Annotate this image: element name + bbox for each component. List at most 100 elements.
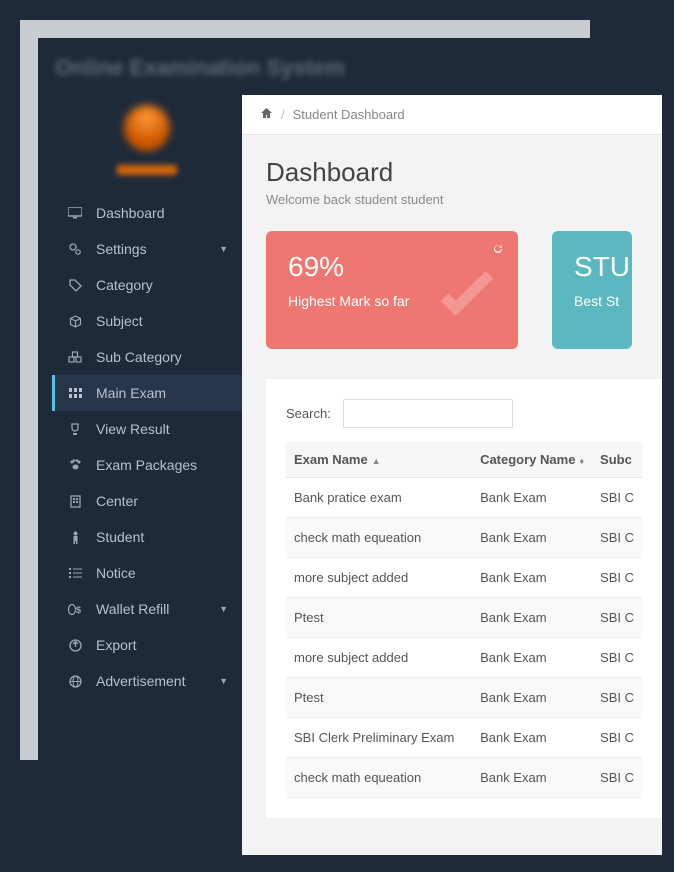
nav-list: Dashboard Settings ▼ Category Subject xyxy=(52,195,242,699)
globe-icon xyxy=(66,675,84,688)
check-icon xyxy=(422,256,512,349)
sidebar-item-subject[interactable]: Subject xyxy=(52,303,242,339)
sidebar-item-wallet-refill[interactable]: $ Wallet Refill ▼ xyxy=(52,591,242,627)
page-subtitle: Welcome back student student xyxy=(266,192,638,207)
cell-category: Bank Exam xyxy=(472,558,592,598)
tag-icon xyxy=(66,279,84,292)
avatar-name xyxy=(117,165,177,175)
breadcrumb-current: Student Dashboard xyxy=(293,107,405,122)
sidebar-item-label: Wallet Refill xyxy=(96,601,215,617)
exam-table: Exam Name▲ Category Name♦ Subc Bank prat… xyxy=(286,442,642,798)
cubes-icon xyxy=(66,351,84,363)
chevron-down-icon: ▼ xyxy=(219,244,228,254)
dollar-icon: $ xyxy=(66,604,84,615)
table-row[interactable]: SBI Clerk Preliminary ExamBank ExamSBI C xyxy=(286,718,642,758)
stat-value: STU xyxy=(574,251,610,283)
sidebar-item-dashboard[interactable]: Dashboard xyxy=(52,195,242,231)
column-exam-name[interactable]: Exam Name▲ xyxy=(286,442,472,478)
column-subcategory[interactable]: Subc xyxy=(592,442,642,478)
table-row[interactable]: PtestBank ExamSBI C xyxy=(286,598,642,638)
table-row[interactable]: more subject addedBank ExamSBI C xyxy=(286,638,642,678)
cell-exam: more subject added xyxy=(286,558,472,598)
trophy-icon xyxy=(66,423,84,436)
sidebar-item-sub-category[interactable]: Sub Category xyxy=(52,339,242,375)
sidebar-item-label: Sub Category xyxy=(96,349,228,365)
cell-sub: SBI C xyxy=(592,598,642,638)
table-row[interactable]: PtestBank ExamSBI C xyxy=(286,678,642,718)
sidebar-item-main-exam[interactable]: Main Exam xyxy=(52,375,242,411)
sidebar-item-view-result[interactable]: View Result xyxy=(52,411,242,447)
search-input[interactable] xyxy=(343,399,513,428)
sidebar-item-exam-packages[interactable]: Exam Packages xyxy=(52,447,242,483)
dashboard-header: Dashboard Welcome back student student xyxy=(242,135,662,217)
cube-icon xyxy=(66,315,84,328)
cell-exam: SBI Clerk Preliminary Exam xyxy=(286,718,472,758)
export-icon xyxy=(66,639,84,652)
cell-sub: SBI C xyxy=(592,718,642,758)
table-row[interactable]: check math equeationBank ExamSBI C xyxy=(286,758,642,798)
cell-category: Bank Exam xyxy=(472,638,592,678)
sidebar-item-center[interactable]: Center xyxy=(52,483,242,519)
list-icon xyxy=(66,568,84,579)
cell-exam: check math equeation xyxy=(286,758,472,798)
cell-category: Bank Exam xyxy=(472,718,592,758)
stat-cards: 69% Highest Mark so far STU Best St xyxy=(242,217,662,369)
cell-exam: check math equeation xyxy=(286,518,472,558)
sidebar-item-export[interactable]: Export xyxy=(52,627,242,663)
sidebar-item-label: Exam Packages xyxy=(96,457,228,473)
gears-icon xyxy=(66,242,84,256)
chevron-down-icon: ▼ xyxy=(219,604,228,614)
sidebar-item-label: Center xyxy=(96,493,228,509)
sidebar-item-student[interactable]: Student xyxy=(52,519,242,555)
cell-category: Bank Exam xyxy=(472,598,592,638)
sidebar-item-label: Student xyxy=(96,529,228,545)
chevron-down-icon: ▼ xyxy=(219,676,228,686)
sort-icon: ♦ xyxy=(579,456,584,466)
desktop-icon xyxy=(66,207,84,219)
svg-text:$: $ xyxy=(76,605,81,615)
exam-table-panel: Search: Exam Name▲ Category Name♦ Subc B… xyxy=(266,379,662,818)
sidebar-item-label: Main Exam xyxy=(96,385,228,401)
avatar xyxy=(124,105,170,151)
breadcrumb-separator: / xyxy=(281,107,285,122)
sidebar-item-label: Advertisement xyxy=(96,673,215,689)
cell-sub: SBI C xyxy=(592,478,642,518)
search-row: Search: xyxy=(286,399,642,428)
app-title: Online Examination System xyxy=(55,55,345,81)
home-icon[interactable] xyxy=(260,107,273,122)
sidebar: Dashboard Settings ▼ Category Subject xyxy=(52,95,242,699)
sidebar-item-settings[interactable]: Settings ▼ xyxy=(52,231,242,267)
column-category-name[interactable]: Category Name♦ xyxy=(472,442,592,478)
sidebar-item-label: Export xyxy=(96,637,228,653)
sort-icon: ▲ xyxy=(372,456,381,466)
person-icon xyxy=(66,531,84,544)
grid-icon xyxy=(66,388,84,398)
paw-icon xyxy=(66,459,84,471)
sidebar-item-label: View Result xyxy=(96,421,228,437)
cell-exam: Ptest xyxy=(286,678,472,718)
breadcrumb: / Student Dashboard xyxy=(242,95,662,135)
cell-category: Bank Exam xyxy=(472,518,592,558)
sidebar-item-label: Notice xyxy=(96,565,228,581)
sidebar-item-label: Settings xyxy=(96,241,215,257)
sidebar-item-category[interactable]: Category xyxy=(52,267,242,303)
table-row[interactable]: more subject addedBank ExamSBI C xyxy=(286,558,642,598)
sidebar-item-label: Dashboard xyxy=(96,205,228,221)
best-student-card[interactable]: STU Best St xyxy=(552,231,632,349)
cell-exam: Bank pratice exam xyxy=(286,478,472,518)
sidebar-item-notice[interactable]: Notice xyxy=(52,555,242,591)
page-title: Dashboard xyxy=(266,157,638,188)
building-icon xyxy=(66,495,84,508)
cell-exam: Ptest xyxy=(286,598,472,638)
table-row[interactable]: check math equeationBank ExamSBI C xyxy=(286,518,642,558)
cell-category: Bank Exam xyxy=(472,478,592,518)
highest-mark-card[interactable]: 69% Highest Mark so far xyxy=(266,231,518,349)
stat-label: Best St xyxy=(574,293,610,309)
cell-exam: more subject added xyxy=(286,638,472,678)
cell-sub: SBI C xyxy=(592,758,642,798)
cell-sub: SBI C xyxy=(592,638,642,678)
sidebar-item-advertisement[interactable]: Advertisement ▼ xyxy=(52,663,242,699)
cell-sub: SBI C xyxy=(592,678,642,718)
search-label: Search: xyxy=(286,406,331,421)
table-row[interactable]: Bank pratice examBank ExamSBI C xyxy=(286,478,642,518)
